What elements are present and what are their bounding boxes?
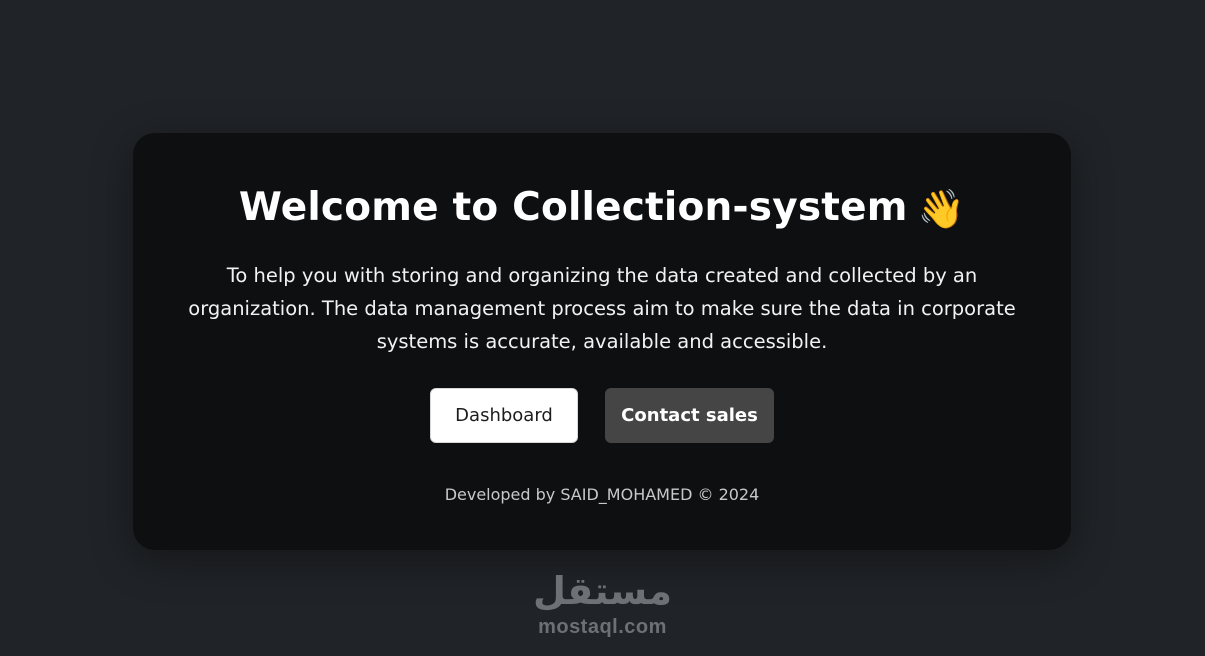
developer-credit: Developed by SAID_MOHAMED © 2024 [444, 485, 760, 504]
welcome-card: Welcome to Collection-system 👋 To help yo… [133, 133, 1071, 550]
page-title: Welcome to Collection-system 👋 [133, 181, 1071, 236]
action-buttons: Dashboard Contact sales [133, 388, 1071, 443]
page-title-text: Welcome to Collection-system [238, 185, 908, 230]
waving-hand-icon: 👋 [917, 187, 966, 231]
watermark-latin-text: mostaql.com [538, 616, 667, 638]
mostaql-watermark: مستقل mostaql.com [0, 566, 1205, 638]
welcome-description: To help you with storing and organizing … [188, 264, 1016, 353]
contact-sales-button[interactable]: Contact sales [605, 388, 774, 443]
dashboard-button[interactable]: Dashboard [430, 388, 578, 443]
watermark-arabic-text: مستقل [533, 569, 672, 613]
